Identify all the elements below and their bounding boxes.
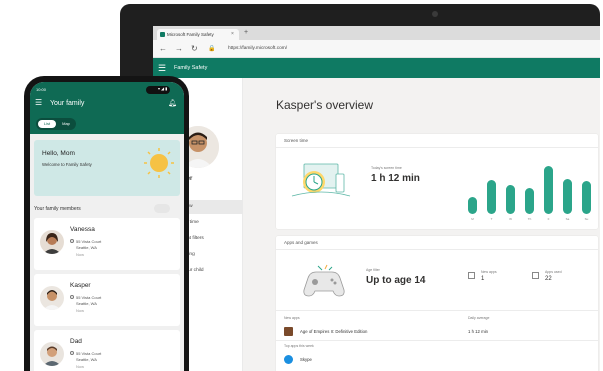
- browser-tab[interactable]: Microsoft Family Safety ×: [157, 29, 239, 40]
- apps-games-card[interactable]: Apps and games Age filter Up to age 14 N…: [276, 236, 598, 371]
- screen-time-bar: [506, 185, 515, 214]
- avatar: [40, 286, 64, 310]
- browser-tabbar: Microsoft Family Safety × +: [153, 26, 600, 40]
- member-street: 55 Vista Court: [76, 351, 102, 356]
- gamepad-icon: [303, 264, 345, 297]
- location-pin-icon: [70, 295, 74, 299]
- sun-icon: [144, 148, 174, 178]
- avatar: [40, 230, 64, 254]
- favicon-icon: [160, 32, 165, 37]
- day-label: Su: [584, 217, 589, 221]
- table-header-daily-average: Daily average: [468, 316, 490, 320]
- screen-time-title: Screen time: [284, 138, 309, 143]
- menu-icon[interactable]: ☰: [35, 98, 42, 108]
- avatar: [40, 342, 64, 366]
- member-when: Now: [76, 308, 85, 313]
- stat-value-apps-used: 22: [545, 276, 552, 282]
- screen-time-bar: [468, 197, 477, 214]
- browser-window: Microsoft Family Safety × + ← → ↻ 🔒 http…: [153, 26, 600, 371]
- day-label: M: [471, 217, 474, 221]
- screen-time-bar: [544, 166, 553, 214]
- today-screen-time-label: Today's screen time: [371, 166, 402, 170]
- toggle-map-button[interactable]: Map: [58, 120, 74, 128]
- card-divider: [276, 249, 598, 250]
- day-label: T: [490, 217, 493, 221]
- screen-time-bar: [525, 188, 534, 214]
- app-header: ☰ Family Safety: [153, 58, 600, 78]
- card-divider: [276, 310, 598, 311]
- forward-icon[interactable]: →: [175, 43, 183, 55]
- member-name: Kasper: [70, 282, 91, 289]
- page-title: Kasper's overview: [276, 98, 373, 112]
- phone-title: Your family: [50, 100, 85, 107]
- age-filter-label: Age filter: [366, 268, 380, 272]
- app-time: 1 h 12 min: [468, 329, 489, 334]
- member-street: 55 Vista Court: [76, 239, 102, 244]
- back-icon[interactable]: ←: [159, 43, 167, 55]
- laptop-camera: [432, 11, 438, 17]
- phone-screen: 10:00 ▾◢▮ ☰ Your family 🔔︎ List Map Hell…: [30, 82, 184, 371]
- screen-time-card[interactable]: Screen time Today's screen time 1 h 12 m…: [276, 134, 598, 229]
- top-apps-label: Top apps this week: [284, 344, 314, 348]
- member-city: Seattle, WA: [76, 357, 97, 362]
- apps-used-icon: [532, 272, 539, 279]
- stat-label-new-apps: New apps: [481, 270, 497, 274]
- status-icons: ▾◢▮: [158, 86, 169, 91]
- apps-games-title: Apps and games: [284, 240, 318, 245]
- member-street: 55 Vista Court: [76, 295, 102, 300]
- tab-title: Microsoft Family Safety: [167, 32, 214, 37]
- toggle-list-button[interactable]: List: [38, 120, 56, 128]
- tab-close-icon[interactable]: ×: [231, 29, 234, 40]
- row-divider: [276, 340, 598, 341]
- refresh-icon[interactable]: ↻: [191, 43, 198, 55]
- new-tab-button[interactable]: +: [244, 28, 248, 38]
- location-pin-icon: [70, 351, 74, 355]
- address-bar: ← → ↻ 🔒 https://family.microsoft.com/: [153, 40, 600, 58]
- new-apps-icon: [468, 272, 475, 279]
- day-label: Sa: [565, 217, 570, 221]
- status-time: 10:00: [36, 87, 47, 92]
- stat-label-apps-used: Apps used: [545, 270, 562, 274]
- card-divider: [276, 147, 598, 148]
- screen-time-bar: [487, 180, 496, 214]
- app-title: Family Safety: [174, 65, 208, 71]
- app-name: Age of Empires II: Definitive Edition: [300, 329, 368, 334]
- member-name: Vanessa: [70, 226, 95, 233]
- member-card-dad[interactable]: Dad 55 Vista Court Seattle, WA Now: [34, 330, 180, 371]
- day-label: Th: [527, 217, 532, 221]
- lock-icon: 🔒: [208, 46, 216, 52]
- phone-header: 10:00 ▾◢▮ ☰ Your family 🔔︎ List Map: [30, 82, 184, 134]
- age-filter-value: Up to age 14: [366, 275, 426, 286]
- members-toggle[interactable]: [154, 204, 170, 213]
- table-header-new-apps: New apps: [284, 316, 300, 320]
- member-when: Now: [76, 364, 85, 369]
- screen-time-illustration: [291, 163, 351, 197]
- member-city: Seattle, WA: [76, 245, 97, 250]
- welcome-card: Hello, Mom Welcome to Family Safety: [34, 140, 180, 196]
- hello-title: Hello, Mom: [42, 150, 75, 157]
- member-when: Now: [76, 252, 85, 257]
- member-name: Dad: [70, 338, 82, 345]
- url-field[interactable]: https://family.microsoft.com/: [228, 44, 478, 54]
- table-row[interactable]: Age of Empires II: Definitive Edition 1 …: [276, 324, 598, 340]
- hello-subtitle: Welcome to Family Safety: [42, 162, 92, 167]
- app-name: Skype: [300, 357, 312, 362]
- location-pin-icon: [70, 239, 74, 243]
- day-label: F: [547, 217, 550, 221]
- day-label: W: [509, 217, 512, 221]
- menu-icon[interactable]: ☰: [158, 62, 166, 74]
- member-city: Seattle, WA: [76, 301, 97, 306]
- member-card-kasper[interactable]: Kasper 55 Vista Court Seattle, WA Now: [34, 274, 180, 326]
- screen-time-bar: [563, 179, 572, 214]
- members-heading: Your family members: [34, 206, 81, 212]
- screen-time-value: 1 h 12 min: [371, 173, 420, 184]
- stat-value-new-apps: 1: [481, 276, 485, 282]
- screen-time-bar: [582, 181, 591, 214]
- game-icon: [284, 327, 293, 336]
- table-row[interactable]: Skype: [276, 352, 598, 368]
- skype-icon: [284, 355, 293, 364]
- member-card-vanessa[interactable]: Vanessa 55 Vista Court Seattle, WA Now: [34, 218, 180, 270]
- bell-icon[interactable]: 🔔︎: [168, 99, 177, 107]
